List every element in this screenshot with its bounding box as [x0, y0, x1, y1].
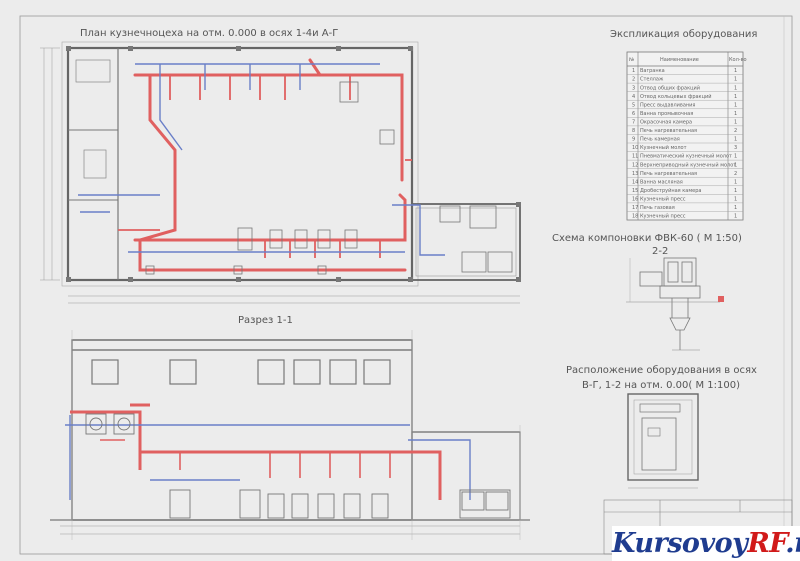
explication-row-cell: 2 [734, 171, 737, 177]
explication-row-cell: 9 [632, 137, 635, 143]
explication-row-cell: 1 [734, 162, 737, 168]
explication-row-cell: Отвод кольцевых фракций [640, 93, 711, 100]
explication-row-cell: Окрасочная камера [640, 119, 692, 125]
explication-row-cell: 12 [632, 162, 638, 168]
watermark-part1: Kursovoy [612, 528, 748, 559]
explication-row-cell: 18 [632, 214, 638, 220]
explication-row-cell: 5 [632, 102, 635, 108]
explication-row-cell: 15 [632, 188, 638, 194]
explication-row-cell: Стеллаж [640, 77, 664, 83]
fvk-title: Схема компоновки ФВК-60 ( М 1:50) [552, 233, 742, 244]
explication-row-cell: 1 [734, 77, 737, 83]
explication-row-cell: Кузнечный молот [640, 144, 687, 151]
explication-row-cell: Дробеструйная камера [640, 187, 701, 194]
explication-row-cell: Пресс выдавливания [640, 102, 695, 108]
explication-row-cell: 16 [632, 196, 638, 202]
plan-title: План кузнечноцеха на отм. 0.000 в осях 1… [80, 28, 338, 39]
explication-row-cell: 1 [632, 68, 635, 74]
explication-row-cell: 6 [632, 111, 635, 117]
drawing-canvas: План кузнечноцеха на отм. 0.000 в осях 1… [19, 15, 793, 555]
explication-row-cell: 2 [734, 128, 737, 134]
explication-row-cell: 3 [734, 145, 737, 151]
explication-row-cell: 8 [632, 128, 635, 134]
layout-title-line1: Расположение оборудования в осях [566, 365, 757, 376]
watermark-part3: .ru [785, 528, 800, 559]
explication-row-cell: 11 [632, 154, 638, 160]
explication-row-cell: 4 [632, 94, 635, 100]
explication-row-cell: 2 [632, 77, 635, 83]
layout-title-line2: В-Г, 1-2 на отм. 0.00( М 1:100) [582, 380, 740, 391]
equipment-layout: Расположение оборудования в осях В-Г, 1-… [566, 365, 757, 489]
explication-row-cell: 1 [734, 137, 737, 143]
explication-row-cell: 13 [632, 171, 638, 177]
explication-row-cell: Печь камерная [640, 137, 680, 143]
section-1-1: Разрез 1-1 [50, 315, 530, 540]
explication-title: Экспликация оборудования [610, 29, 757, 40]
kursovoyrf-watermark: KursovoyRF.ru [612, 526, 800, 561]
explication-header-qty: Кол-во [729, 57, 747, 63]
explication-row-cell: 1 [734, 179, 737, 185]
explication-row-cell: 3 [632, 85, 635, 91]
explication-row-cell: Ванна масляная [640, 179, 683, 185]
explication-row-cell: 1 [734, 154, 737, 160]
explication-row-cell: Кузнечный пресс [640, 195, 686, 202]
explication-row-cell: 1 [734, 196, 737, 202]
explication-row-cell: Печь нагревательная [640, 171, 697, 177]
workshop-plan: План кузнечноцеха на отм. 0.000 в осях 1… [40, 28, 521, 304]
explication-row-cell: 1 [734, 102, 737, 108]
explication-row-cell: 1 [734, 214, 737, 220]
explication-row-cell: 1 [734, 68, 737, 74]
explication-header-number: № [629, 57, 635, 63]
explication-row-cell: Отвод общих фракций [640, 84, 700, 91]
explication-row-cell: 1 [734, 94, 737, 100]
explication-row-cell: 17 [632, 205, 638, 211]
explication-table: Экспликация оборудования № Наименование … [610, 29, 757, 221]
explication-row-cell: Ванна промывочная [640, 111, 693, 117]
explication-row-cell: Пневматический кузнечный молот [640, 153, 732, 160]
explication-row-cell: 14 [632, 179, 638, 185]
section-title: Разрез 1-1 [238, 315, 293, 326]
explication-row-cell: 1 [734, 188, 737, 194]
explication-row-cell: Верхнеприводный кузнечный молот [640, 161, 736, 168]
explication-row-cell: Вагранка [640, 68, 665, 74]
explication-row-cell: 1 [734, 111, 737, 117]
explication-row-cell: 10 [632, 145, 638, 151]
explication-row-cell: 7 [632, 119, 635, 125]
watermark-part2: RF [747, 528, 786, 559]
fvk-layout-scheme: Схема компоновки ФВК-60 ( М 1:50) 2-2 [552, 233, 742, 351]
explication-row-cell: Печь газовая [640, 205, 675, 211]
explication-row-cell: 1 [734, 205, 737, 211]
explication-header-name: Наименование [660, 57, 699, 63]
drawing-sheet: План кузнечноцеха на отм. 0.000 в осях 1… [0, 0, 800, 561]
explication-row-cell: 1 [734, 85, 737, 91]
explication-row-cell: Кузнечный пресс [640, 213, 686, 220]
explication-row-cell: Печь нагревательная [640, 128, 697, 134]
explication-row-cell: 1 [734, 119, 737, 125]
fvk-section-label: 2-2 [652, 246, 668, 257]
